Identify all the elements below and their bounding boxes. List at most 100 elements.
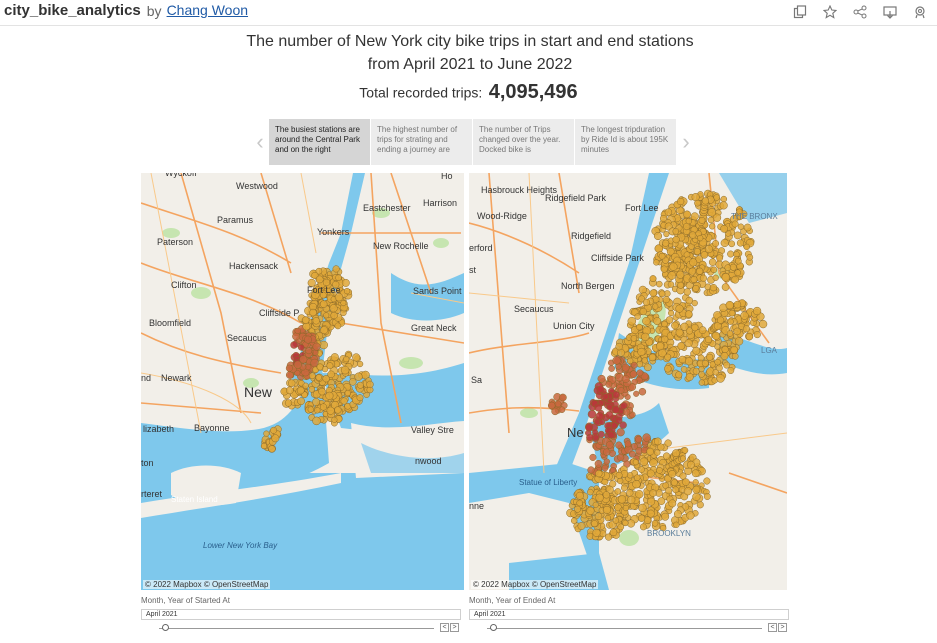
station-point[interactable] [612, 356, 621, 365]
station-point[interactable] [719, 201, 728, 210]
station-point[interactable] [633, 474, 641, 481]
station-point[interactable] [595, 412, 604, 421]
station-point[interactable] [315, 374, 323, 381]
station-point[interactable] [643, 363, 652, 372]
station-point[interactable] [743, 223, 752, 232]
station-point[interactable] [616, 453, 625, 461]
station-point[interactable] [271, 434, 280, 443]
station-point[interactable] [692, 492, 701, 501]
station-point[interactable] [302, 322, 311, 331]
station-point[interactable] [639, 523, 647, 531]
station-point[interactable] [591, 520, 598, 528]
station-point[interactable] [652, 303, 659, 310]
station-point[interactable] [730, 346, 739, 354]
station-point[interactable] [340, 299, 347, 307]
station-point[interactable] [667, 281, 675, 288]
station-point[interactable] [658, 252, 666, 260]
station-point[interactable] [330, 311, 338, 320]
station-point[interactable] [677, 342, 686, 350]
station-point[interactable] [697, 234, 704, 242]
station-point[interactable] [617, 495, 627, 504]
station-point[interactable] [683, 487, 693, 496]
slider-handle[interactable] [490, 624, 497, 631]
station-point[interactable] [632, 459, 639, 466]
station-point[interactable] [268, 445, 276, 453]
station-point[interactable] [327, 370, 335, 379]
station-point[interactable] [312, 317, 320, 325]
station-point[interactable] [733, 327, 741, 336]
station-point[interactable] [753, 331, 761, 339]
station-point[interactable] [678, 355, 687, 364]
station-point[interactable] [680, 366, 688, 373]
station-point[interactable] [599, 530, 607, 538]
station-point[interactable] [656, 467, 663, 474]
station-point[interactable] [734, 257, 742, 265]
step-back-icon[interactable]: < [440, 623, 449, 632]
station-point[interactable] [356, 381, 364, 389]
station-point[interactable] [576, 499, 583, 507]
station-point[interactable] [323, 312, 330, 319]
station-point[interactable] [649, 458, 658, 468]
station-point[interactable] [602, 491, 611, 499]
station-point[interactable] [349, 378, 357, 386]
station-point[interactable] [752, 306, 762, 316]
station-point[interactable] [664, 208, 673, 216]
story-point-1[interactable]: The busiest stations are around the Cent… [269, 119, 370, 165]
download-icon[interactable] [881, 3, 899, 21]
station-point[interactable] [627, 495, 636, 505]
station-point[interactable] [352, 353, 361, 362]
station-point[interactable] [629, 370, 638, 378]
station-point[interactable] [726, 330, 734, 337]
station-point[interactable] [686, 511, 695, 520]
station-point[interactable] [260, 442, 268, 450]
station-point[interactable] [731, 352, 739, 360]
station-point[interactable] [685, 310, 693, 318]
station-point[interactable] [608, 365, 615, 372]
station-point[interactable] [670, 479, 678, 487]
station-point[interactable] [263, 430, 270, 437]
station-point[interactable] [290, 341, 298, 349]
station-point[interactable] [607, 431, 615, 439]
station-point[interactable] [731, 275, 740, 284]
station-point[interactable] [334, 406, 342, 414]
station-point[interactable] [626, 357, 634, 365]
station-point[interactable] [609, 466, 617, 474]
station-point[interactable] [304, 335, 312, 344]
station-point[interactable] [675, 371, 683, 379]
station-point[interactable] [320, 326, 329, 335]
station-point[interactable] [597, 374, 606, 383]
station-point[interactable] [636, 323, 643, 331]
station-point[interactable] [610, 422, 618, 430]
station-point[interactable] [315, 275, 324, 284]
station-point[interactable] [594, 512, 603, 521]
station-point[interactable] [683, 288, 691, 296]
station-point[interactable] [331, 416, 338, 423]
station-point[interactable] [734, 337, 744, 346]
station-point[interactable] [637, 514, 646, 522]
station-point[interactable] [729, 263, 737, 271]
station-point[interactable] [716, 374, 725, 383]
station-point[interactable] [325, 391, 334, 400]
station-point[interactable] [661, 512, 670, 521]
step-back-icon[interactable]: < [768, 623, 777, 632]
station-point[interactable] [687, 460, 695, 469]
station-point[interactable] [585, 423, 594, 432]
station-point[interactable] [639, 457, 649, 467]
station-point[interactable] [330, 353, 339, 362]
station-point[interactable] [634, 313, 641, 320]
station-point[interactable] [663, 231, 670, 238]
station-point[interactable] [664, 364, 672, 373]
station-point[interactable] [285, 364, 293, 372]
station-point[interactable] [604, 514, 612, 522]
station-point[interactable] [709, 283, 718, 292]
station-point[interactable] [297, 397, 305, 406]
start-month-filter-value[interactable]: April 2021 [141, 609, 461, 620]
station-point[interactable] [636, 369, 644, 377]
station-point[interactable] [685, 217, 692, 225]
station-point[interactable] [646, 447, 654, 456]
author-link[interactable]: Chang Woon [167, 2, 248, 18]
station-point[interactable] [649, 275, 657, 283]
station-point[interactable] [293, 360, 302, 369]
station-point[interactable] [733, 300, 742, 309]
station-point[interactable] [743, 243, 750, 251]
